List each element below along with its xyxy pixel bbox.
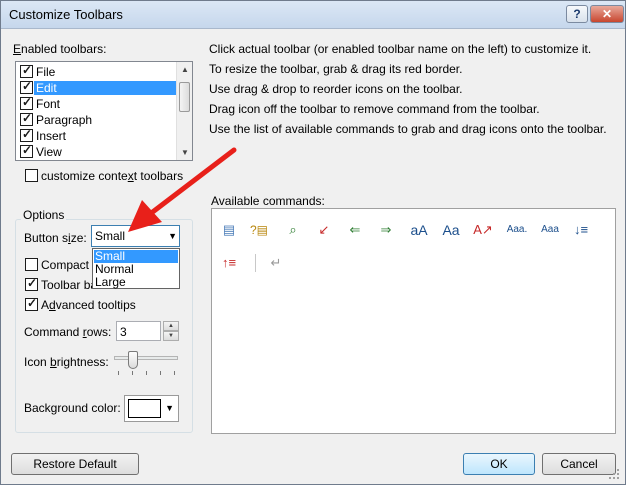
option-large[interactable]: Large bbox=[94, 276, 178, 289]
compact-label: Compact b bbox=[41, 258, 100, 272]
slider-tick bbox=[118, 371, 119, 375]
chevron-down-icon[interactable]: ▼ bbox=[168, 231, 177, 241]
instruction-line: Use drag & drop to reorder icons on the … bbox=[209, 82, 463, 96]
enabled-toolbars-label: Enabled toolbars: bbox=[13, 42, 107, 56]
list-item-label: File bbox=[36, 65, 56, 79]
edit-checkbox[interactable] bbox=[20, 79, 33, 94]
slider-tick bbox=[174, 371, 175, 375]
file-checkbox[interactable] bbox=[20, 63, 33, 78]
list-item-label: Edit bbox=[34, 81, 178, 95]
move-up-icon[interactable]: ⇐ bbox=[344, 219, 366, 241]
slider-tick bbox=[160, 371, 161, 375]
context-toolbars-label: customize context toolbars bbox=[41, 169, 184, 183]
change-case-icon[interactable]: Aaa bbox=[539, 219, 561, 241]
list-scrollbar[interactable]: ▲ ▼ bbox=[176, 62, 192, 160]
help-button[interactable]: ? bbox=[566, 5, 588, 23]
separator bbox=[255, 254, 256, 272]
restore-default-button[interactable]: Restore Default bbox=[11, 453, 139, 475]
list-item-edit[interactable]: Edit bbox=[18, 79, 178, 96]
insert-line-icon[interactable]: ↙ bbox=[313, 219, 335, 241]
icon-brightness-label: Icon brightness: bbox=[24, 355, 109, 369]
paste-special-icon[interactable]: ?▤ bbox=[248, 219, 270, 241]
scroll-up-icon[interactable]: ▲ bbox=[181, 65, 189, 74]
list-item-label: Font bbox=[36, 97, 61, 111]
resize-grip-icon[interactable] bbox=[607, 467, 621, 481]
list-item-file[interactable]: File bbox=[18, 63, 176, 80]
advanced-tooltips-label: Advanced tooltips bbox=[41, 298, 136, 312]
instruction-line: Use the list of available commands to gr… bbox=[209, 122, 607, 136]
command-rows-value: 3 bbox=[120, 325, 127, 339]
chevron-down-icon[interactable]: ▼ bbox=[165, 403, 174, 413]
available-commands-label: Available commands: bbox=[211, 194, 325, 208]
background-color-picker[interactable]: ▼ bbox=[124, 395, 179, 422]
list-item-view[interactable]: View bbox=[18, 143, 176, 160]
instruction-line: Click actual toolbar (or enabled toolbar… bbox=[209, 42, 592, 56]
command-rows-label: Command rows: bbox=[24, 325, 112, 339]
instruction-line: Drag icon off the toolbar to remove comm… bbox=[209, 102, 540, 116]
scroll-thumb[interactable] bbox=[179, 82, 190, 112]
toolbar-background-checkbox[interactable] bbox=[25, 276, 38, 291]
return-icon[interactable]: ↵ bbox=[265, 252, 287, 274]
command-rows-spinner[interactable]: ▲ ▼ bbox=[163, 321, 179, 341]
view-checkbox[interactable] bbox=[20, 143, 33, 158]
grow-font-icon[interactable]: aA bbox=[408, 219, 430, 241]
move-down-icon[interactable]: ⇒ bbox=[375, 219, 397, 241]
ok-button[interactable]: OK bbox=[463, 453, 535, 475]
spin-up-icon[interactable]: ▲ bbox=[163, 321, 179, 331]
font-case-icon[interactable]: Aa bbox=[440, 219, 462, 241]
title-bar: Customize Toolbars ? ✕ bbox=[1, 1, 625, 29]
indent-down-icon[interactable]: ↓≡ bbox=[570, 219, 592, 241]
spin-down-icon[interactable]: ▼ bbox=[163, 331, 179, 341]
button-size-dropdown: Small Normal Large bbox=[92, 248, 180, 289]
list-item-font[interactable]: Font bbox=[18, 95, 176, 112]
advanced-tooltips-checkbox[interactable] bbox=[25, 296, 38, 311]
instruction-line: To resize the toolbar, grab & drag its r… bbox=[209, 62, 463, 76]
options-group-title: Options bbox=[21, 208, 67, 222]
scroll-down-icon[interactable]: ▼ bbox=[181, 148, 189, 157]
available-commands-panel[interactable]: ▤ ?▤ ⌕ ↙ ⇐ ⇒ aA Aa A↗ Aaa. Aaa ↓≡ ↑≡ ↵ bbox=[211, 208, 616, 434]
brightness-slider-track[interactable] bbox=[114, 356, 178, 360]
context-toolbars-checkbox[interactable] bbox=[25, 169, 38, 182]
background-color-label: Background color: bbox=[24, 401, 121, 415]
list-item-label: Paragraph bbox=[36, 113, 93, 127]
slider-tick bbox=[132, 371, 133, 375]
insert-checkbox[interactable] bbox=[20, 127, 33, 142]
small-caps-icon[interactable]: Aaa. bbox=[506, 219, 528, 241]
slider-tick bbox=[146, 371, 147, 375]
font-checkbox[interactable] bbox=[20, 95, 33, 110]
clear-format-icon[interactable]: A↗ bbox=[472, 219, 494, 241]
toolbar-background-label: Toolbar ba bbox=[41, 278, 98, 292]
color-swatch bbox=[128, 399, 161, 418]
command-rows-input[interactable]: 3 bbox=[116, 321, 161, 341]
brightness-slider-thumb[interactable] bbox=[127, 351, 138, 369]
list-item-label: Insert bbox=[36, 129, 67, 143]
compact-checkbox[interactable] bbox=[25, 258, 38, 271]
button-size-value: Small bbox=[95, 229, 126, 243]
paste-icon[interactable]: ▤ bbox=[218, 219, 240, 241]
list-item-paragraph[interactable]: Paragraph bbox=[18, 111, 176, 128]
dialog-title: Customize Toolbars bbox=[9, 7, 123, 22]
list-item-insert[interactable]: Insert bbox=[18, 127, 176, 144]
find-replace-icon[interactable]: ⌕ bbox=[282, 219, 304, 241]
customize-toolbars-dialog: Customize Toolbars ? ✕ Enabled toolbars:… bbox=[0, 0, 626, 485]
list-item-label: View bbox=[36, 145, 62, 159]
indent-up-icon[interactable]: ↑≡ bbox=[218, 252, 240, 274]
paragraph-checkbox[interactable] bbox=[20, 111, 33, 126]
cancel-button[interactable]: Cancel bbox=[542, 453, 616, 475]
button-size-label: Button size: bbox=[24, 231, 87, 245]
button-size-select[interactable]: Small ▼ bbox=[91, 225, 180, 247]
enabled-toolbars-list[interactable]: File Edit Font Paragraph Insert View ▲ ▼ bbox=[15, 61, 193, 161]
close-button[interactable]: ✕ bbox=[590, 5, 624, 23]
